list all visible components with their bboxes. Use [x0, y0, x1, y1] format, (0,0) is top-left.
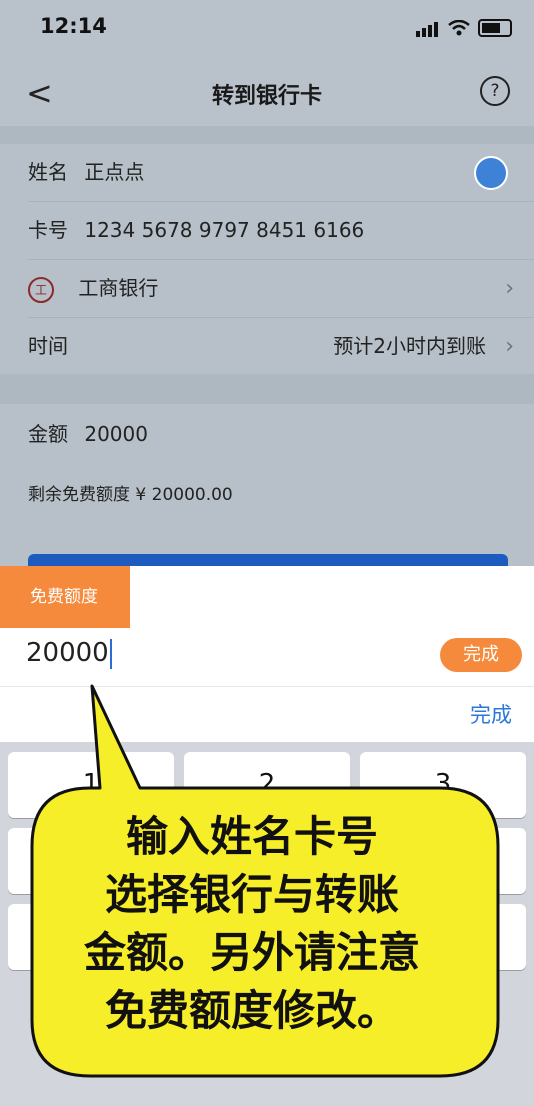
annotation-text: 输入姓名卡号 选择银行与转账 金额。另外请注意 免费额度修改。 — [34, 808, 470, 1040]
contact-icon[interactable] — [474, 156, 508, 190]
section-gap — [0, 374, 534, 404]
page-title: 转到银行卡 — [211, 84, 322, 109]
status-time: 12:14 — [40, 14, 107, 38]
help-icon[interactable]: ? — [480, 76, 510, 106]
signal-icon — [416, 18, 440, 37]
amount-input-value: 20000 — [26, 638, 109, 668]
chevron-right-icon: › — [505, 334, 514, 359]
name-label: 姓名 — [28, 160, 68, 184]
time-value: 预计2小时内到账 — [333, 334, 486, 358]
bank-name: 工商银行 — [78, 276, 159, 300]
card-value: 1234 5678 9797 8451 6166 — [84, 218, 365, 242]
recipient-card: 姓名 正点点 卡号 1234 5678 9797 8451 6166 工 工商银… — [0, 144, 534, 375]
card-label: 卡号 — [28, 218, 68, 242]
nav-bar: < 转到银行卡 ? — [0, 56, 534, 127]
name-row[interactable]: 姓名 正点点 — [28, 144, 534, 202]
wifi-icon — [448, 19, 470, 35]
arrival-time-row[interactable]: 时间 预计2小时内到账 › — [28, 318, 534, 375]
free-quota-tag: 免费额度 — [0, 566, 130, 628]
amount-label: 金额 — [28, 422, 68, 446]
amount-card: 金额 20000 剩余免费额度 ¥ 20000.00 — [0, 404, 534, 554]
chevron-right-icon: › — [505, 276, 514, 301]
annotation-line-4: 免费额度修改。 — [104, 986, 399, 1035]
text-caret — [109, 638, 112, 669]
bank-logo-icon: 工 — [28, 276, 54, 303]
amount-value: 20000 — [84, 422, 148, 446]
done-pill-button[interactable]: 完成 — [440, 638, 522, 672]
bank-row[interactable]: 工 工商银行 › — [28, 260, 534, 318]
time-label: 时间 — [28, 334, 68, 358]
remaining-quota-text: 剩余免费额度 ¥ 20000.00 — [28, 485, 233, 505]
amount-input[interactable]: 20000 — [26, 638, 112, 669]
battery-icon — [478, 18, 512, 37]
annotation-line-2: 选择银行与转账 — [104, 870, 399, 919]
card-number-row[interactable]: 卡号 1234 5678 9797 8451 6166 — [28, 202, 534, 260]
status-bar: 12:14 — [0, 0, 534, 56]
name-value: 正点点 — [84, 160, 145, 184]
amount-input-panel: 免费额度 20000 完成 — [0, 566, 534, 686]
annotation-line-1: 输入姓名卡号 — [125, 812, 378, 861]
status-icons — [416, 18, 512, 37]
annotation-line-3: 金额。另外请注意 — [83, 928, 420, 977]
section-gap — [0, 126, 534, 144]
amount-line[interactable]: 金额 20000 — [28, 418, 148, 447]
